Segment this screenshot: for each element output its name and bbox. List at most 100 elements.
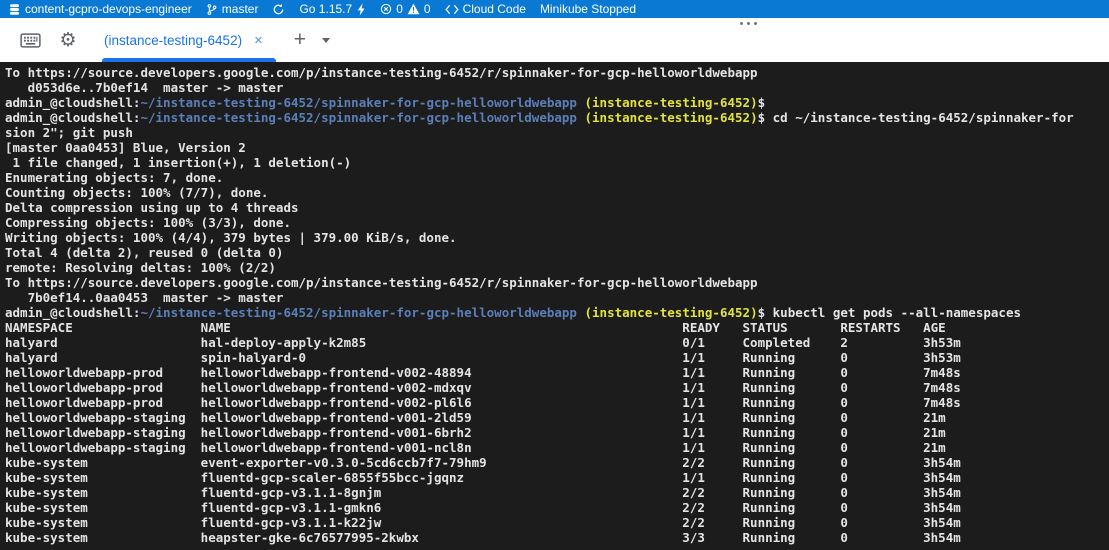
terminal-list-dropdown[interactable] <box>314 26 338 54</box>
terminal-tab-label: (instance-testing-6452) <box>104 33 242 48</box>
sync-button[interactable] <box>272 3 285 16</box>
terminal-text-segment: halyard spin-halyard-0 1/1 Running 0 3h5… <box>5 350 961 365</box>
terminal-text-segment: admin_@cloudshell: <box>5 95 140 110</box>
terminal-line: kube-system fluentd-gcp-v3.1.1-8gnjm 2/2… <box>5 485 1109 500</box>
panel-resize-handle[interactable] <box>738 20 759 27</box>
terminal-line: sion 2"; git push <box>5 125 1109 140</box>
terminal-tab-bar: ⚙ (instance-testing-6452) × + <box>0 18 1109 62</box>
terminal-text-segment: kube-system fluentd-gcp-v3.1.1-k22jw 2/2… <box>5 515 961 530</box>
terminal-text-segment: Total 4 (delta 2), reused 0 (delta 0) <box>5 245 283 260</box>
terminal-text-segment: halyard hal-deploy-apply-k2m85 0/1 Compl… <box>5 335 961 350</box>
terminal-line: admin_@cloudshell:~/instance-testing-645… <box>5 110 1109 125</box>
project-selector[interactable]: content-gcpro-devops-engineer <box>8 2 192 16</box>
terminal-line: NAMESPACE NAME READY STATUS RESTARTS AGE <box>5 320 1109 335</box>
terminal-line: halyard hal-deploy-apply-k2m85 0/1 Compl… <box>5 335 1109 350</box>
terminal-line: Writing objects: 100% (4/4), 379 bytes |… <box>5 230 1109 245</box>
terminal-line: helloworldwebapp-staging helloworldwebap… <box>5 410 1109 425</box>
terminal-text-segment: admin_@cloudshell: <box>5 110 140 125</box>
terminal-text-segment: 7b0ef14..0aa0453 master -> master <box>5 290 283 305</box>
terminal-text-segment: kube-system fluentd-gcp-v3.1.1-8gnjm 2/2… <box>5 485 961 500</box>
terminal-text-segment: (instance-testing-6452) <box>585 95 758 110</box>
add-terminal-button[interactable]: + <box>288 26 312 54</box>
terminal-line: d053d6e..7b0ef14 master -> master <box>5 80 1109 95</box>
terminal-text-segment: $ <box>758 95 766 110</box>
terminal-text-segment: Compressing objects: 100% (3/3), done. <box>5 215 291 230</box>
terminal-line: helloworldwebapp-prod helloworldwebapp-f… <box>5 365 1109 380</box>
terminal-text-segment: sion 2"; git push <box>5 125 133 140</box>
terminal-text-segment: (instance-testing-6452) <box>585 305 758 320</box>
terminal-text-segment: helloworldwebapp-prod helloworldwebapp-f… <box>5 395 961 410</box>
error-count: 0 <box>396 2 403 16</box>
terminal-text-segment: kube-system fluentd-gcp-scaler-6855f55bc… <box>5 470 961 485</box>
close-tab-icon[interactable]: × <box>251 32 266 49</box>
keyboard-icon <box>20 33 41 48</box>
terminal-tab[interactable]: (instance-testing-6452) × <box>102 18 276 62</box>
warning-icon <box>407 3 420 15</box>
terminal-text-segment: ~/instance-testing-6452/spinnaker-for-gc… <box>140 95 577 110</box>
terminal-line: admin_@cloudshell:~/instance-testing-645… <box>5 305 1109 320</box>
terminal-line: helloworldwebapp-staging helloworldwebap… <box>5 425 1109 440</box>
lightning-icon <box>356 3 366 16</box>
terminal-line: kube-system event-exporter-v0.3.0-5cd6cc… <box>5 455 1109 470</box>
terminal-line: helloworldwebapp-prod helloworldwebapp-f… <box>5 380 1109 395</box>
terminal-line: [master 0aa0453] Blue, Version 2 <box>5 140 1109 155</box>
terminal-text-segment: Writing objects: 100% (4/4), 379 bytes |… <box>5 230 457 245</box>
terminal-text-segment: (instance-testing-6452) <box>585 110 758 125</box>
cloud-code-button[interactable]: Cloud Code <box>445 2 526 16</box>
terminal-text-segment: helloworldwebapp-prod helloworldwebapp-f… <box>5 365 961 380</box>
terminal-text-segment: $ kubectl get pods --all-namespaces <box>758 305 1021 320</box>
terminal-text-segment: Counting objects: 100% (7/7), done. <box>5 185 268 200</box>
terminal-text-segment: d053d6e..7b0ef14 master -> master <box>5 80 283 95</box>
terminal-line: 7b0ef14..0aa0453 master -> master <box>5 290 1109 305</box>
terminal-text-segment: ~/instance-testing-6452/spinnaker-for-gc… <box>140 305 577 320</box>
branch-name: master <box>222 2 259 16</box>
terminal-line: halyard spin-halyard-0 1/1 Running 0 3h5… <box>5 350 1109 365</box>
terminal-line: kube-system fluentd-gcp-scaler-6855f55bc… <box>5 470 1109 485</box>
gear-icon: ⚙ <box>59 31 76 50</box>
terminal-text-segment: kube-system fluentd-gcp-v3.1.1-gmkn6 2/2… <box>5 500 961 515</box>
terminal-text-segment: [master 0aa0453] Blue, Version 2 <box>5 140 246 155</box>
problems-indicator[interactable]: 0 0 <box>380 2 430 16</box>
go-version-indicator[interactable]: Go 1.15.7 <box>299 2 366 16</box>
terminal-line: helloworldwebapp-prod helloworldwebapp-f… <box>5 395 1109 410</box>
terminal-line: Compressing objects: 100% (3/3), done. <box>5 215 1109 230</box>
cloud-shell-window: content-gcpro-devops-engineer master Go … <box>0 0 1109 550</box>
error-icon <box>380 3 392 15</box>
open-editor-button[interactable] <box>18 26 42 54</box>
terminal-text-segment: Enumerating objects: 7, done. <box>5 170 223 185</box>
terminal-output[interactable]: To https://source.developers.google.com/… <box>0 62 1109 550</box>
terminal-text-segment <box>577 305 585 320</box>
terminal-text-segment: ~/instance-testing-6452/spinnaker-for-gc… <box>140 110 577 125</box>
terminal-text-segment: helloworldwebapp-staging helloworldwebap… <box>5 425 946 440</box>
terminal-line: admin_@cloudshell:~/instance-testing-645… <box>5 95 1109 110</box>
terminal-text-segment: admin_@cloudshell: <box>5 305 140 320</box>
terminal-text-segment: 1 file changed, 1 insertion(+), 1 deleti… <box>5 155 351 170</box>
terminal-line: Total 4 (delta 2), reused 0 (delta 0) <box>5 245 1109 260</box>
terminal-line: Counting objects: 100% (7/7), done. <box>5 185 1109 200</box>
terminal-settings-button[interactable]: ⚙ <box>56 26 80 54</box>
terminal-line: kube-system fluentd-gcp-v3.1.1-k22jw 2/2… <box>5 515 1109 530</box>
terminal-line: Delta compression using up to 4 threads <box>5 200 1109 215</box>
database-icon <box>8 3 21 16</box>
terminal-text-segment: NAMESPACE NAME READY STATUS RESTARTS AGE <box>5 320 946 335</box>
terminal-text-segment: $ cd ~/instance-testing-6452/spinnaker-f… <box>758 110 1074 125</box>
project-name: content-gcpro-devops-engineer <box>25 2 192 16</box>
terminal-line: 1 file changed, 1 insertion(+), 1 deleti… <box>5 155 1109 170</box>
sync-icon <box>272 3 285 16</box>
terminal-line: remote: Resolving deltas: 100% (2/2) <box>5 260 1109 275</box>
terminal-text-segment: helloworldwebapp-staging helloworldwebap… <box>5 410 946 425</box>
git-branch-indicator[interactable]: master <box>206 2 259 16</box>
terminal-line: kube-system heapster-gke-6c76577995-2kwb… <box>5 530 1109 545</box>
terminal-text-segment <box>577 95 585 110</box>
terminal-line: To https://source.developers.google.com/… <box>5 275 1109 290</box>
minikube-status[interactable]: Minikube Stopped <box>540 2 636 16</box>
terminal-text-segment: To https://source.developers.google.com/… <box>5 275 758 290</box>
terminal-text-segment: To https://source.developers.google.com/… <box>5 65 758 80</box>
warning-count: 0 <box>424 2 431 16</box>
code-brackets-icon <box>445 4 459 15</box>
terminal-text-segment: kube-system event-exporter-v0.3.0-5cd6cc… <box>5 455 961 470</box>
terminal-line: helloworldwebapp-staging helloworldwebap… <box>5 440 1109 455</box>
cloud-code-label: Cloud Code <box>463 2 526 16</box>
terminal-line: To https://source.developers.google.com/… <box>5 65 1109 80</box>
terminal-text-segment: helloworldwebapp-staging helloworldwebap… <box>5 440 946 455</box>
